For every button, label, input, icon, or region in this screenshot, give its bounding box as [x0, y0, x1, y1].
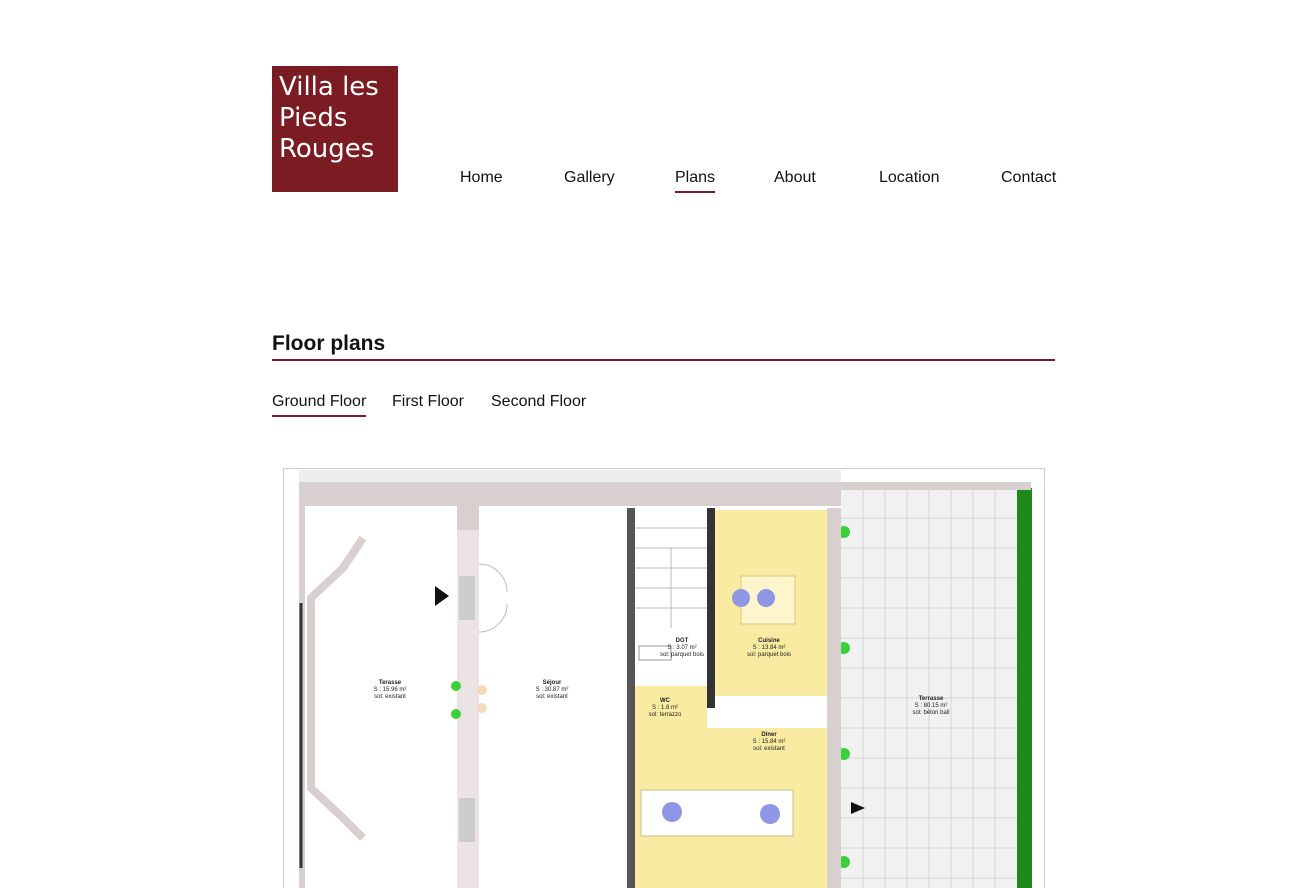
title-divider	[272, 359, 1055, 361]
chair-2	[760, 804, 780, 824]
nav-contact[interactable]: Contact	[1001, 168, 1056, 191]
wall-top-right	[841, 482, 1031, 490]
logo-line-3: Rouges	[279, 134, 375, 164]
plan-top-strip	[299, 470, 841, 482]
door-label-2	[459, 798, 475, 842]
tab-ground-floor[interactable]: Ground Floor	[272, 392, 367, 417]
terrace-grid	[841, 488, 1017, 888]
wall-dark-1	[627, 508, 635, 888]
main-nav: Home Gallery Plans About Location Contac…	[0, 168, 1309, 194]
nav-gallery[interactable]: Gallery	[564, 168, 615, 191]
door-label-1	[459, 576, 475, 620]
stool-1	[732, 589, 750, 607]
tab-first-floor[interactable]: First Floor	[392, 392, 464, 415]
nav-home[interactable]: Home	[460, 168, 503, 191]
floor-plan-drawing: Terasse S : 15.96 m² sol: existantSéjour S …	[283, 468, 1045, 888]
wall-top	[299, 482, 841, 506]
floor-tabs: Ground Floor First Floor Second Floor	[0, 392, 1309, 418]
logo-line-1: Villa les	[279, 72, 379, 102]
nav-location[interactable]: Location	[879, 168, 940, 191]
chair-1	[662, 802, 682, 822]
nav-plans[interactable]: Plans	[675, 168, 716, 193]
stool-2	[757, 589, 775, 607]
logo-line-2: Pieds	[279, 103, 348, 133]
nav-about[interactable]: About	[774, 168, 816, 191]
page-title: Floor plans	[272, 332, 386, 355]
hedge	[1017, 488, 1032, 888]
floor-plan-image: Terasse S : 15.96 m² sol: existant Séjour S …	[283, 468, 1045, 888]
wall-right	[827, 508, 841, 888]
wall-dark-2	[707, 508, 715, 708]
wall-segment	[457, 506, 479, 530]
tab-second-floor[interactable]: Second Floor	[491, 392, 586, 415]
